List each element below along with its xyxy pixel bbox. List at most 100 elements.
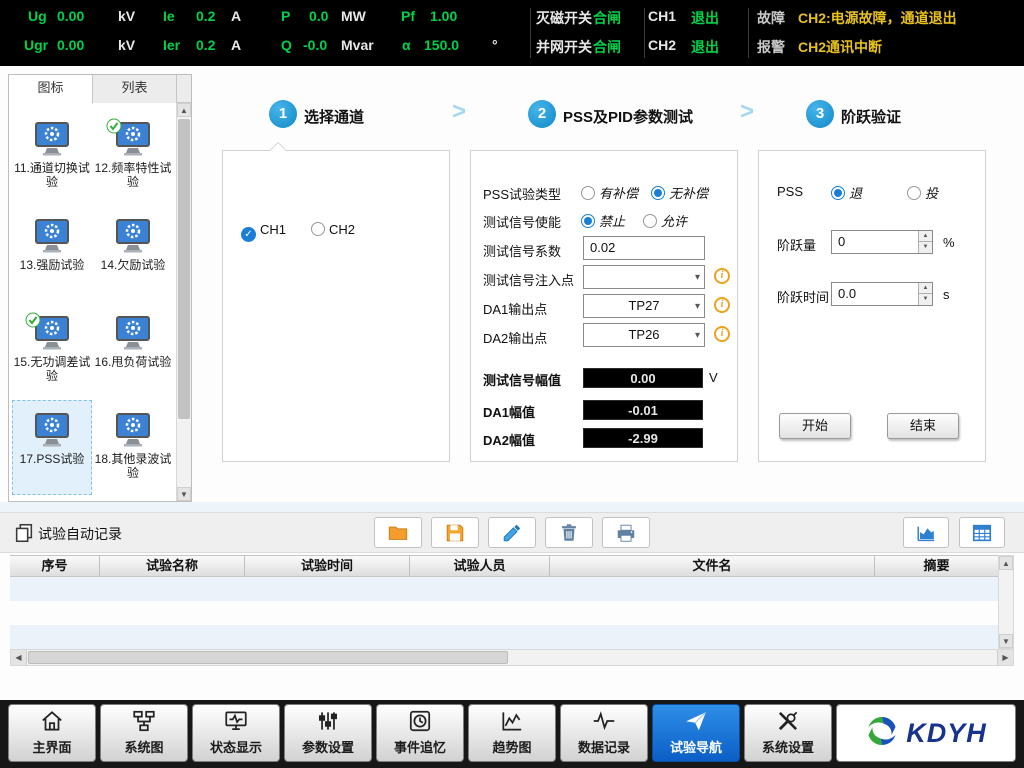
radio-disable[interactable]: 禁止 xyxy=(581,211,625,230)
nav-system-settings-button[interactable]: 系统设置 xyxy=(744,704,832,762)
scrollbar-thumb[interactable] xyxy=(178,119,190,419)
nav-event-recall-button[interactable]: 事件追忆 xyxy=(376,704,464,762)
scroll-down-icon[interactable]: ▼ xyxy=(177,487,191,501)
nav-label: 数据记录 xyxy=(561,737,647,756)
scroll-up-icon[interactable]: ▲ xyxy=(999,556,1013,570)
column-header[interactable]: 摘要 xyxy=(875,556,998,576)
column-header[interactable]: 文件名 xyxy=(550,556,875,576)
sidebar-item-16[interactable]: 16.甩负荷试验 xyxy=(93,303,173,398)
info-icon[interactable]: i xyxy=(714,268,730,284)
sidebar-item-label: 16.甩负荷试验 xyxy=(94,355,172,369)
radio-compensated[interactable]: 有补偿 xyxy=(581,183,638,202)
brand-logo-button[interactable]: KDYH xyxy=(836,704,1016,762)
radio-ch2[interactable]: CH2 xyxy=(311,222,355,237)
info-icon[interactable]: i xyxy=(714,297,730,313)
field-label: DA1幅值 xyxy=(483,402,535,421)
radio-pss-out[interactable]: 退 xyxy=(831,183,862,202)
sidebar-item-11[interactable]: 11.通道切换试验 xyxy=(12,109,92,204)
column-header[interactable]: 试验名称 xyxy=(100,556,245,576)
pss-parameter-panel: PSS试验类型 有补偿 无补偿 测试信号使能 禁止 允许 测试信号系数 0.02… xyxy=(470,150,738,462)
table-vertical-scrollbar[interactable]: ▲ ▼ xyxy=(998,555,1014,649)
field-label: 测试信号使能 xyxy=(483,212,561,231)
radio-ch1[interactable]: ✓CH1 xyxy=(241,222,286,242)
open-folder-button[interactable] xyxy=(374,517,422,548)
spin-down-icon[interactable]: ▼ xyxy=(919,294,932,305)
nav-test-navigation-button[interactable]: 试验导航 xyxy=(652,704,740,762)
save-button[interactable] xyxy=(431,517,479,548)
edit-button[interactable] xyxy=(488,517,536,548)
step-3-title: 阶跃验证 xyxy=(841,106,901,127)
meter-value: 0.2 xyxy=(196,8,215,24)
unit-label: V xyxy=(709,370,718,385)
scroll-left-icon[interactable]: ◀ xyxy=(11,650,27,665)
brand-swirl-icon xyxy=(865,714,899,753)
sidebar-item-12[interactable]: 12.频率特性试验 xyxy=(93,109,173,204)
table-horizontal-scrollbar[interactable]: ◀ ▶ xyxy=(10,649,1014,666)
column-header[interactable]: 试验人员 xyxy=(410,556,550,576)
sidebar-item-14[interactable]: 14.欠励试验 xyxy=(93,206,173,301)
records-title: 试验自动记录 xyxy=(38,524,122,544)
meter-unit: A xyxy=(231,37,241,53)
sidebar-scrollbar[interactable]: ▲ ▼ xyxy=(176,103,191,501)
print-button[interactable] xyxy=(602,517,650,548)
status-monitor-icon xyxy=(193,708,279,737)
nav-parameter-settings-button[interactable]: 参数设置 xyxy=(284,704,372,762)
spin-down-icon[interactable]: ▼ xyxy=(919,242,932,253)
sidebar-item-label: 14.欠励试验 xyxy=(94,258,172,272)
step-time-stepper[interactable]: 0.0 ▲▼ xyxy=(831,282,933,306)
sidebar-item-15[interactable]: 15.无功调差试验 xyxy=(12,303,92,398)
scroll-up-icon[interactable]: ▲ xyxy=(177,103,191,117)
inject-point-select[interactable]: ▾ xyxy=(583,265,705,289)
nav-main-screen-button[interactable]: 主界面 xyxy=(8,704,96,762)
step-verify-panel: PSS 退 投 阶跃量 0 ▲▼ % 阶跃时间 0.0 ▲▼ s 开始 结束 xyxy=(758,150,986,462)
top-status-bar: Ug 0.00 kV Ie 0.2 A P 0.0 MW Pf 1.00 灭磁开… xyxy=(0,0,1024,66)
signal-coefficient-input[interactable]: 0.02 xyxy=(583,236,705,260)
chart-view-button[interactable] xyxy=(903,517,949,548)
da2-output-select[interactable]: TP26▾ xyxy=(583,323,705,347)
nav-label: 事件追忆 xyxy=(377,737,463,756)
bottom-nav: 主界面 系统图 状态显示 参数设置 事件追忆 趋势图 数据记录 xyxy=(0,700,1024,768)
nav-system-diagram-button[interactable]: 系统图 xyxy=(100,704,188,762)
column-header[interactable]: 试验时间 xyxy=(245,556,410,576)
sliders-icon xyxy=(285,708,371,737)
step-2-title: PSS及PID参数测试 xyxy=(563,106,693,127)
meter-unit: Mvar xyxy=(341,37,374,53)
scroll-right-icon[interactable]: ▶ xyxy=(997,650,1013,665)
delete-button[interactable] xyxy=(545,517,593,548)
radio-pss-in[interactable]: 投 xyxy=(907,183,938,202)
spinner-buttons[interactable]: ▲▼ xyxy=(918,283,932,305)
spin-up-icon[interactable]: ▲ xyxy=(919,231,932,242)
alarm-label: 报警 xyxy=(757,37,785,57)
info-icon[interactable]: i xyxy=(714,326,730,342)
table-view-button[interactable] xyxy=(959,517,1005,548)
da1-output-select[interactable]: TP27▾ xyxy=(583,294,705,318)
nav-data-record-button[interactable]: 数据记录 xyxy=(560,704,648,762)
printer-icon xyxy=(615,522,637,544)
switch-label: 并网开关 xyxy=(536,37,592,57)
radio-uncompensated[interactable]: 无补偿 xyxy=(651,183,708,202)
sidebar-item-13[interactable]: 13.强励试验 xyxy=(12,206,92,301)
field-label: 阶跃量 xyxy=(777,235,816,254)
tab-list[interactable]: 列表 xyxy=(93,75,177,103)
radio-allow[interactable]: 允许 xyxy=(643,211,687,230)
sidebar-item-17-selected[interactable]: 17.PSS试验 xyxy=(12,400,92,495)
sidebar-item-18[interactable]: 18.其他录波试验 xyxy=(93,400,173,495)
end-button[interactable]: 结束 xyxy=(887,413,959,439)
scroll-down-icon[interactable]: ▼ xyxy=(999,634,1013,648)
column-header[interactable]: 序号 xyxy=(10,556,100,576)
tab-icons[interactable]: 图标 xyxy=(9,75,93,104)
sidebar-item-label: 17.PSS试验 xyxy=(13,452,91,466)
step-1-badge: 1 xyxy=(269,100,297,128)
step-amount-stepper[interactable]: 0 ▲▼ xyxy=(831,230,933,254)
nav-status-display-button[interactable]: 状态显示 xyxy=(192,704,280,762)
spinner-buttons[interactable]: ▲▼ xyxy=(918,231,932,253)
nav-trend-chart-button[interactable]: 趋势图 xyxy=(468,704,556,762)
start-button[interactable]: 开始 xyxy=(779,413,851,439)
meter-label: P xyxy=(281,8,290,24)
area-chart-icon xyxy=(915,522,937,544)
field-label: 阶跃时间 xyxy=(777,287,829,306)
meter-label: Ug xyxy=(28,8,47,24)
spin-up-icon[interactable]: ▲ xyxy=(919,283,932,294)
scrollbar-thumb[interactable] xyxy=(28,651,508,664)
channel-state: 退出 xyxy=(691,37,719,57)
